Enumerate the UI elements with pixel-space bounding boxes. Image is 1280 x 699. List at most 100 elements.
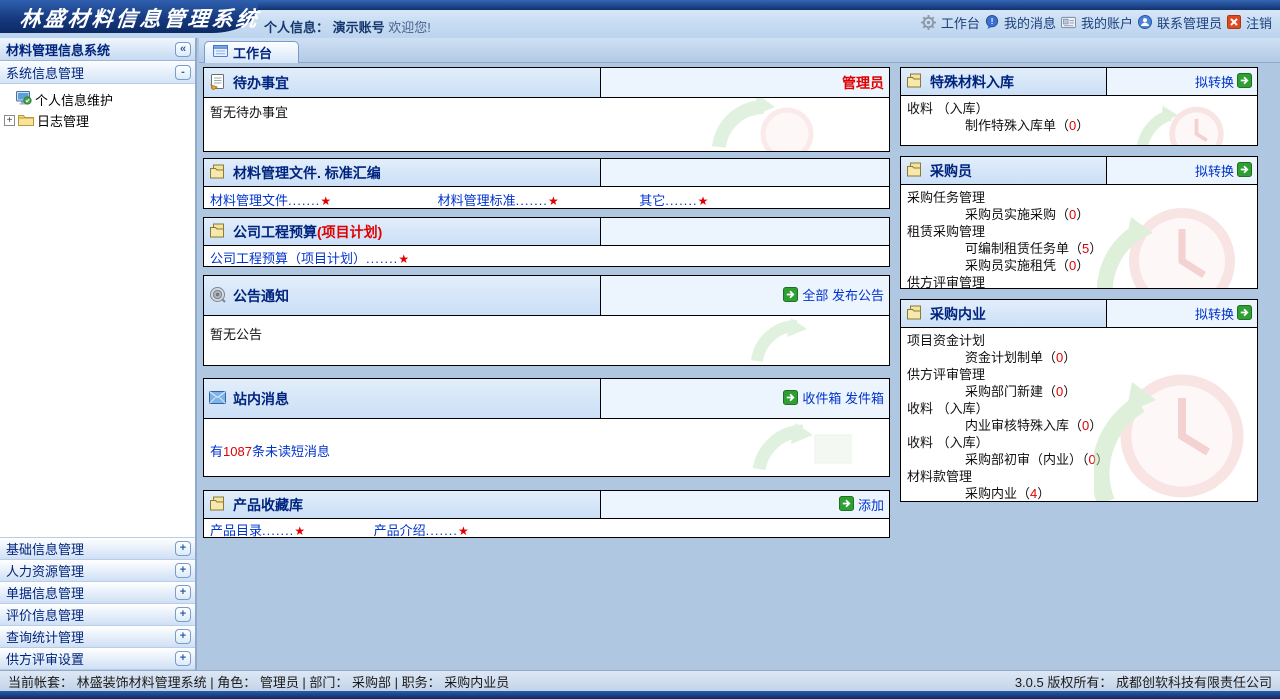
green-arrow-icon[interactable]	[783, 390, 798, 408]
panel-title: 产品收藏库	[233, 495, 303, 515]
nav-logout[interactable]: 注销	[1246, 13, 1272, 32]
link-add-product[interactable]: 添加	[858, 495, 884, 514]
link-label[interactable]: 公司工程预算（项目计划）	[210, 251, 366, 266]
star-icon[interactable]: ★	[398, 252, 409, 266]
link-label[interactable]: 产品目录	[210, 523, 262, 537]
link-label[interactable]: 其它	[639, 193, 665, 208]
star-icon[interactable]: ★	[698, 194, 709, 208]
sidebar-item-label: 供方评审设置	[6, 649, 84, 668]
paren: （	[1056, 207, 1069, 222]
account-name: 演示账号	[333, 20, 385, 35]
panel-internal: 采购内业 拟转换 项目资金计划 资金计划制单（0） 供方评审管理 采购部门新建（…	[900, 299, 1258, 502]
panel-docs: 材料管理文件. 标准汇编 材料管理文件.......★ 材料管理标准......…	[203, 158, 890, 209]
sidebar-item-documents[interactable]: 单据信息管理 +	[0, 582, 195, 604]
link-label[interactable]: 材料管理标准	[438, 193, 516, 208]
tab-label: 工作台	[233, 43, 272, 62]
link-convert[interactable]: 拟转换	[1195, 72, 1234, 91]
expand-icon[interactable]: +	[175, 651, 191, 666]
copyright: 版权所有： 成都创软科技有限责任公司	[1047, 675, 1272, 690]
link-convert[interactable]: 拟转换	[1195, 161, 1234, 180]
folders-icon	[209, 164, 226, 182]
group-label: 租赁采购管理	[907, 223, 1251, 240]
version: 3.0.5	[1015, 675, 1044, 690]
green-arrow-icon[interactable]	[1237, 73, 1252, 91]
nav-contact-admin[interactable]: 联系管理员	[1157, 13, 1222, 32]
paren: ）	[1076, 258, 1089, 273]
bottom-strip	[0, 691, 1280, 699]
action-item[interactable]: 采购部门新建（0）	[907, 383, 1251, 400]
link-label[interactable]: 材料管理文件	[210, 193, 288, 208]
link-label[interactable]: 产品介绍	[374, 523, 426, 537]
group-label: 采购任务管理	[907, 189, 1251, 206]
main-area: 工作台 待办事宜 管理员 暂无待办事宜	[199, 38, 1280, 670]
link-convert[interactable]: 拟转换	[1195, 304, 1234, 323]
link-inbox[interactable]: 收件箱	[802, 391, 841, 406]
tree-expand-icon[interactable]: +	[4, 115, 15, 126]
green-arrow-icon[interactable]	[839, 496, 854, 514]
sidebar: 材料管理信息系统 « 系统信息管理 - 个人信息维护 + 日志管理 基础信息管理…	[0, 38, 197, 670]
paren: （	[1043, 384, 1056, 399]
expand-icon[interactable]: +	[175, 585, 191, 600]
sidebar-item-basic-info[interactable]: 基础信息管理 +	[0, 538, 195, 560]
sidebar-item-query-stats[interactable]: 查询统计管理 +	[0, 626, 195, 648]
tree-item-profile[interactable]: 个人信息维护	[4, 89, 195, 110]
link-budget[interactable]: 公司工程预算（项目计划）.......★	[210, 251, 409, 266]
green-arrow-icon[interactable]	[1237, 162, 1252, 180]
star-icon[interactable]: ★	[320, 194, 331, 208]
sidebar-item-hr[interactable]: 人力资源管理 +	[0, 560, 195, 582]
expand-icon[interactable]: +	[175, 563, 191, 578]
link-dots: .......	[516, 193, 548, 208]
sidebar-accordion: 基础信息管理 + 人力资源管理 + 单据信息管理 + 评价信息管理 + 查询统计…	[0, 537, 195, 670]
star-icon[interactable]: ★	[548, 194, 559, 208]
nav-my-messages[interactable]: 我的消息	[1004, 13, 1056, 32]
admin-person-icon	[1138, 15, 1152, 30]
link-docs-other[interactable]: 其它.......★	[639, 190, 708, 208]
action-item[interactable]: 内业审核特殊入库（0）	[907, 417, 1251, 434]
link-publish-notice[interactable]: 发布公告	[832, 288, 884, 303]
welcome-text: 欢迎您!	[388, 20, 431, 35]
unread-message-text[interactable]: 有1087条未读短消息	[210, 444, 330, 459]
sidebar-collapse-button[interactable]: «	[175, 42, 191, 57]
sidebar-section-system[interactable]: 系统信息管理 -	[0, 61, 195, 84]
star-icon[interactable]: ★	[458, 524, 469, 537]
expand-icon[interactable]: +	[175, 629, 191, 644]
action-item[interactable]: 采购员实施租凭（0）	[907, 257, 1251, 274]
link-docs-files[interactable]: 材料管理文件.......★	[210, 190, 352, 208]
link-product-catalog[interactable]: 产品目录.......★	[210, 520, 328, 537]
link-docs-standards[interactable]: 材料管理标准.......★	[438, 190, 576, 208]
todo-empty-text: 暂无待办事宜	[210, 105, 288, 120]
expand-icon[interactable]: +	[175, 607, 191, 622]
link-outbox[interactable]: 发件箱	[845, 391, 884, 406]
action-item[interactable]: 采购员实施采购（0）	[907, 206, 1251, 223]
link-product-intro[interactable]: 产品介绍.......★	[374, 520, 469, 537]
item-label: 可编制租赁任务单	[965, 241, 1069, 256]
sidebar-title-bar: 材料管理信息系统 «	[0, 38, 195, 61]
link-all-notices[interactable]: 全部	[802, 288, 828, 303]
watermark-arrow	[749, 421, 859, 475]
expand-icon[interactable]: +	[175, 541, 191, 556]
message-balloon-icon: !	[985, 15, 999, 30]
green-arrow-icon[interactable]	[783, 287, 798, 305]
paren: ）	[1089, 241, 1102, 256]
collapse-section-button[interactable]: -	[175, 65, 191, 80]
right-column: 特殊材料入库 拟转换 收料 （入库） 制作特殊入库单（0）	[900, 67, 1258, 502]
action-item[interactable]: 可编制租赁任务单（5）	[907, 240, 1251, 257]
item-label: 采购员实施租凭	[965, 258, 1056, 273]
action-item[interactable]: 采购内业（4）	[907, 485, 1251, 501]
notepad-icon	[209, 73, 226, 93]
star-icon[interactable]: ★	[294, 524, 305, 537]
paren: ）	[1076, 118, 1089, 133]
sidebar-item-evaluation[interactable]: 评价信息管理 +	[0, 604, 195, 626]
action-item[interactable]: 资金计划制单（0）	[907, 349, 1251, 366]
green-arrow-icon[interactable]	[1237, 305, 1252, 323]
tab-workbench[interactable]: 工作台	[204, 41, 299, 63]
tree-item-logs[interactable]: + 日志管理	[4, 110, 195, 131]
action-item[interactable]: 制作特殊入库单（0）	[907, 117, 1251, 134]
action-item[interactable]: 采购部初审（内业）（0）	[907, 451, 1251, 468]
nav-my-account[interactable]: 我的账户	[1081, 13, 1133, 32]
sidebar-item-supplier-review[interactable]: 供方评审设置 +	[0, 648, 195, 670]
group-label: 供方评审管理	[907, 366, 1251, 383]
nav-workbench[interactable]: 工作台	[941, 13, 980, 32]
tab-bar: 工作台	[199, 38, 1280, 63]
sidebar-item-label: 人力资源管理	[6, 561, 84, 580]
